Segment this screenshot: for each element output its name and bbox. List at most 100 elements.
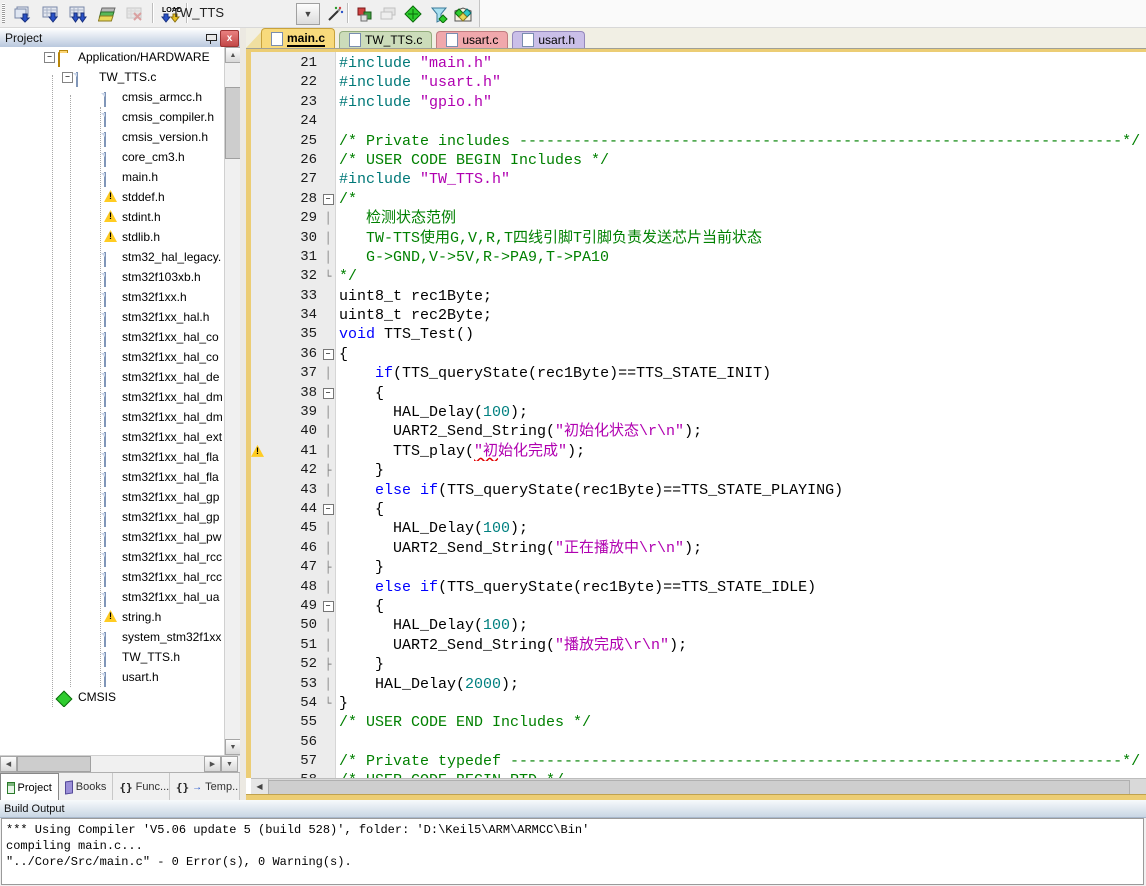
tree-item[interactable]: stm32f1xx_hal_rcc	[0, 567, 224, 587]
fold-collapse-icon[interactable]: −	[323, 388, 334, 399]
toolbar-grip[interactable]	[2, 3, 5, 23]
pin-icon[interactable]	[203, 31, 217, 45]
tree-item[interactable]: stdlib.h	[0, 227, 224, 247]
fold-collapse-icon[interactable]: −	[323, 601, 334, 612]
tree-item[interactable]: usart.h	[0, 667, 224, 687]
target-dropdown-arrow-icon[interactable]: ▼	[296, 3, 320, 25]
tree-item-label: stm32f1xx_hal_dm	[122, 407, 223, 427]
tree-item[interactable]: stm32f1xx_hal_co	[0, 327, 224, 347]
tree-horizontal-scrollbar[interactable]: ◀ ▶ ▼	[0, 755, 240, 773]
translate-icon[interactable]	[10, 2, 36, 26]
panel-tab-temp[interactable]: {}→Temp...	[170, 773, 240, 801]
line-gutter	[251, 96, 271, 110]
manage-rte-icon[interactable]	[400, 2, 426, 26]
build-output-log[interactable]: *** Using Compiler 'V5.06 update 5 (buil…	[1, 818, 1144, 885]
document-tab-usart-c[interactable]: usart.c	[436, 31, 508, 48]
line-gutter	[251, 212, 271, 226]
code-line: 50│ HAL_Delay(100);	[251, 616, 1146, 635]
tree-item[interactable]: TW_TTS.h	[0, 647, 224, 667]
line-gutter	[251, 115, 271, 129]
document-tab-usart-h[interactable]: usart.h	[512, 31, 585, 48]
rebuild-icon[interactable]	[66, 2, 92, 26]
tree-item[interactable]: system_stm32f1xx	[0, 627, 224, 647]
tree-item-label: stm32f1xx_hal_fla	[122, 447, 219, 467]
multi-project-icon[interactable]	[376, 2, 402, 26]
scroll-left-icon[interactable]: ◀	[251, 779, 269, 794]
line-gutter	[251, 232, 271, 246]
tree-item[interactable]: stm32f1xx_hal_ext	[0, 427, 224, 447]
line-gutter	[251, 135, 271, 149]
line-gutter	[251, 425, 271, 439]
document-tab-main-c[interactable]: main.c	[261, 28, 335, 48]
line-number: 44	[271, 500, 317, 519]
tree-item[interactable]: stdint.h	[0, 207, 224, 227]
options-for-target-wand-icon[interactable]	[322, 2, 348, 26]
tree-expander-minus-icon[interactable]: −	[44, 52, 55, 63]
line-gutter	[251, 406, 271, 420]
tree-item[interactable]: stddef.h	[0, 187, 224, 207]
tree-item[interactable]: core_cm3.h	[0, 147, 224, 167]
panel-tab-books[interactable]: Books	[59, 773, 114, 801]
tree-item[interactable]: −TW_TTS.c	[0, 67, 224, 87]
document-tab-TW_TTS-c[interactable]: TW_TTS.c	[339, 31, 432, 48]
build-icon[interactable]	[38, 2, 64, 26]
tree-item[interactable]: stm32f1xx_hal_de	[0, 367, 224, 387]
tree-item[interactable]: stm32f1xx_hal_fla	[0, 447, 224, 467]
fold-collapse-icon[interactable]: −	[323, 194, 334, 205]
project-tree[interactable]: −Application/HARDWARE−TW_TTS.ccmsis_armc…	[0, 47, 224, 755]
tree-item[interactable]: stm32f1xx_hal_gp	[0, 507, 224, 527]
select-software-packs-icon[interactable]	[426, 2, 452, 26]
scroll-up-icon[interactable]: ▲	[225, 47, 241, 63]
tree-item[interactable]: cmsis_compiler.h	[0, 107, 224, 127]
close-icon[interactable]: x	[220, 30, 239, 47]
tree-item[interactable]: stm32_hal_legacy.	[0, 247, 224, 267]
editor-hscroll-thumb[interactable]	[268, 780, 1130, 795]
tree-vertical-scrollbar[interactable]: ▲ ▼	[224, 47, 241, 755]
tree-item[interactable]: string.h	[0, 607, 224, 627]
batch-build-icon[interactable]	[94, 2, 120, 26]
code-line: 55/* USER CODE END Includes */	[251, 713, 1146, 732]
line-number: 23	[271, 93, 317, 112]
tree-item[interactable]: stm32f1xx_hal_co	[0, 347, 224, 367]
tree-item[interactable]: stm32f103xb.h	[0, 267, 224, 287]
tree-item[interactable]: stm32f1xx_hal.h	[0, 307, 224, 327]
tree-item[interactable]: stm32f1xx_hal_fla	[0, 467, 224, 487]
panel-tab-project[interactable]: Project	[0, 773, 59, 801]
pack-installer-icon[interactable]	[450, 2, 476, 26]
tree-hscroll-thumb[interactable]	[17, 756, 91, 772]
panel-tab-func[interactable]: {}Func...	[113, 773, 170, 801]
scroll-left-icon[interactable]: ◀	[0, 756, 17, 772]
tree-item[interactable]: CMSIS	[0, 687, 224, 707]
fold-collapse-icon[interactable]: −	[323, 349, 334, 360]
tree-vscroll-thumb[interactable]	[225, 87, 241, 159]
scroll-down-icon[interactable]: ▼	[225, 739, 241, 755]
target-select-value[interactable]: TW_TTS	[172, 5, 290, 20]
tree-item[interactable]: cmsis_version.h	[0, 127, 224, 147]
tree-item[interactable]: stm32f1xx_hal_pw	[0, 527, 224, 547]
tree-item[interactable]: −Application/HARDWARE	[0, 47, 224, 67]
scroll-options-icon[interactable]: ▼	[221, 756, 238, 772]
tree-item[interactable]: stm32f1xx.h	[0, 287, 224, 307]
tree-item-label: stm32f1xx_hal_co	[122, 327, 219, 347]
tree-item[interactable]: stm32f1xx_hal_gp	[0, 487, 224, 507]
code-text: uint8_t rec1Byte;	[339, 287, 1146, 306]
scroll-right-icon[interactable]: ▶	[204, 756, 221, 772]
line-gutter	[251, 542, 271, 556]
tree-item[interactable]: stm32f1xx_hal_dm	[0, 407, 224, 427]
code-editor[interactable]: 21#include "main.h"22#include "usart.h"2…	[246, 52, 1146, 778]
line-gutter	[251, 328, 271, 342]
tree-item-label: stm32f103xb.h	[122, 267, 201, 287]
tree-item-label: stdint.h	[122, 207, 161, 227]
editor-horizontal-scrollbar[interactable]: ◀	[251, 778, 1146, 795]
tree-item[interactable]: main.h	[0, 167, 224, 187]
panel-tab-label: Func...	[136, 781, 170, 793]
manage-project-items-icon[interactable]	[352, 2, 378, 26]
tree-item[interactable]: cmsis_armcc.h	[0, 87, 224, 107]
fold-collapse-icon[interactable]: −	[323, 504, 334, 515]
tree-item[interactable]: stm32f1xx_hal_rcc	[0, 547, 224, 567]
stop-build-icon[interactable]	[122, 2, 148, 26]
tree-item[interactable]: stm32f1xx_hal_ua	[0, 587, 224, 607]
tree-item-label: system_stm32f1xx	[122, 627, 221, 647]
tree-item[interactable]: stm32f1xx_hal_dm	[0, 387, 224, 407]
tree-expander-minus-icon[interactable]: −	[62, 72, 73, 83]
